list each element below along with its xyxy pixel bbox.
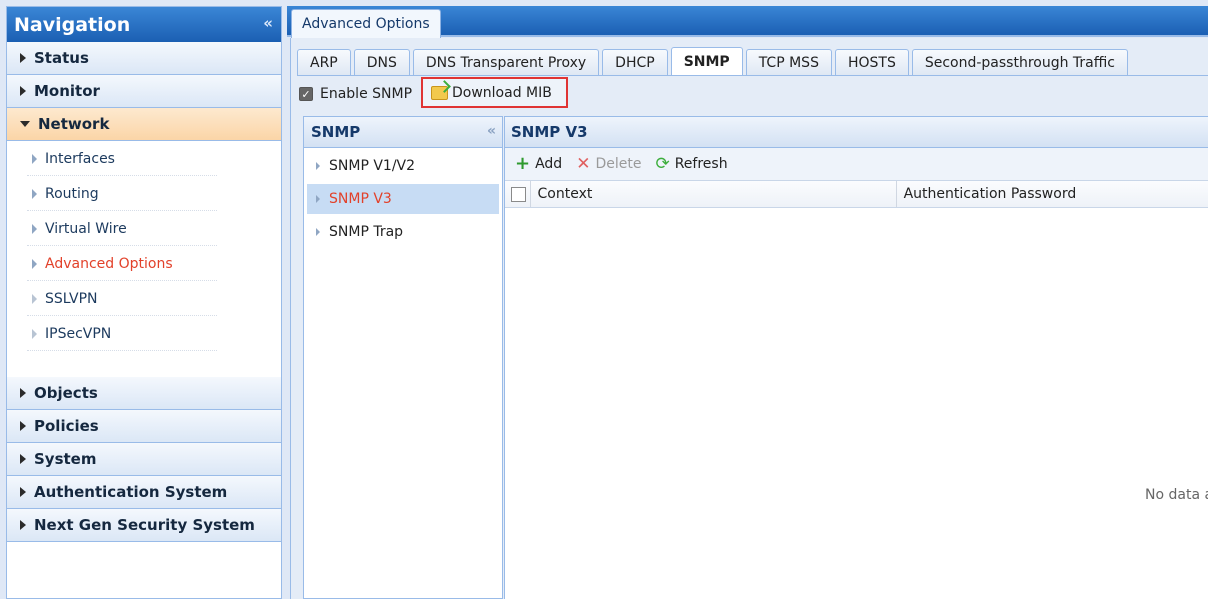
grid-title: SNMP V3 bbox=[505, 117, 1208, 148]
nav-section-next-gen-security[interactable]: Next Gen Security System bbox=[7, 509, 281, 542]
expand-arrow-icon bbox=[20, 53, 26, 63]
refresh-button[interactable]: ⟳ Refresh bbox=[655, 153, 728, 174]
nav-item-virtual-wire[interactable]: Virtual Wire bbox=[7, 211, 281, 246]
nav-section-policies[interactable]: Policies bbox=[7, 410, 281, 443]
download-mib-button[interactable]: Download MIB bbox=[421, 77, 568, 108]
nav-section-label: Status bbox=[34, 49, 89, 67]
empty-grid-message: No data a bbox=[1145, 487, 1208, 503]
nav-item-sslvpn[interactable]: SSLVPN bbox=[7, 281, 281, 316]
nav-section-objects[interactable]: Objects bbox=[7, 377, 281, 410]
chevron-right-icon bbox=[316, 228, 320, 236]
expand-triangle-icon bbox=[32, 293, 37, 304]
collapse-tree-icon[interactable]: « bbox=[487, 123, 496, 139]
snmp-tree-panel: SNMP « SNMP V1/V2 SNMP V3 SNMP Trap bbox=[303, 116, 503, 599]
top-tab-strip: Advanced Options bbox=[287, 6, 1208, 38]
tree-item-label: SNMP V1/V2 bbox=[329, 158, 416, 174]
plus-icon: + bbox=[515, 153, 531, 174]
chevron-right-icon bbox=[32, 223, 37, 234]
tree-item-snmp-trap[interactable]: SNMP Trap bbox=[307, 217, 499, 247]
chevron-right-icon bbox=[32, 153, 37, 164]
nav-section-monitor[interactable]: Monitor bbox=[7, 75, 281, 108]
nav-item-label: Routing bbox=[45, 185, 99, 202]
chevron-right-icon bbox=[32, 258, 37, 269]
nav-section-label: Network bbox=[38, 115, 110, 133]
nav-section-label: Next Gen Security System bbox=[34, 516, 255, 534]
nav-item-label: SSLVPN bbox=[45, 290, 98, 307]
nav-section-system[interactable]: System bbox=[7, 443, 281, 476]
chevron-right-icon bbox=[316, 195, 320, 203]
tab-arp[interactable]: ARP bbox=[297, 49, 351, 75]
tree-item-snmp-v3[interactable]: SNMP V3 bbox=[307, 184, 499, 214]
tab-dns[interactable]: DNS bbox=[353, 49, 410, 75]
delete-button[interactable]: ✕ Delete bbox=[576, 153, 642, 174]
tab-advanced-options[interactable]: Advanced Options bbox=[291, 9, 441, 38]
nav-item-advanced-options[interactable]: Advanced Options bbox=[7, 246, 281, 281]
collapse-nav-icon[interactable]: « bbox=[263, 14, 273, 32]
delete-label: Delete bbox=[595, 156, 642, 172]
nav-section-network[interactable]: Network bbox=[7, 108, 281, 141]
enable-snmp-label: Enable SNMP bbox=[320, 86, 413, 102]
navigation-header: Navigation « bbox=[7, 7, 281, 42]
tab-tcp-mss[interactable]: TCP MSS bbox=[745, 49, 832, 75]
add-button[interactable]: + Add bbox=[515, 155, 562, 173]
select-all-cell bbox=[505, 181, 531, 207]
delete-x-icon: ✕ bbox=[576, 153, 591, 174]
expand-triangle-icon bbox=[32, 328, 37, 339]
nav-section-label: Policies bbox=[34, 417, 99, 435]
content-panel: ARP DNS DNS Transparent Proxy DHCP SNMP … bbox=[290, 38, 1208, 599]
expand-arrow-icon bbox=[20, 86, 26, 96]
expand-arrow-icon bbox=[20, 421, 26, 431]
grid-toolbar: + Add ✕ Delete ⟳ Refresh bbox=[505, 148, 1208, 181]
column-header-authentication-password[interactable]: Authentication Password bbox=[897, 181, 1208, 207]
collapse-arrow-icon bbox=[20, 121, 30, 127]
tree-item-snmp-v1-v2[interactable]: SNMP V1/V2 bbox=[307, 151, 499, 181]
nav-section-label: Monitor bbox=[34, 82, 100, 100]
app-root: Navigation « Status Monitor Network Inte… bbox=[0, 0, 1208, 599]
snmp-tree-title: SNMP bbox=[311, 123, 361, 141]
expand-arrow-icon bbox=[20, 487, 26, 497]
refresh-label: Refresh bbox=[674, 156, 728, 172]
nav-item-label: Interfaces bbox=[45, 150, 115, 167]
nav-section-label: Objects bbox=[34, 384, 98, 402]
nav-section-authentication-system[interactable]: Authentication System bbox=[7, 476, 281, 509]
enable-snmp-checkbox[interactable]: ✓ bbox=[299, 87, 313, 101]
nav-section-status[interactable]: Status bbox=[7, 42, 281, 75]
nav-item-interfaces[interactable]: Interfaces bbox=[7, 141, 281, 176]
folder-export-icon bbox=[431, 85, 448, 100]
add-label: Add bbox=[535, 156, 563, 172]
snmp-v3-grid-panel: SNMP V3 + Add ✕ Delete ⟳ Refresh Context… bbox=[504, 116, 1208, 599]
sub-tab-bar: ARP DNS DNS Transparent Proxy DHCP SNMP … bbox=[297, 47, 1128, 75]
tab-snmp[interactable]: SNMP bbox=[670, 47, 743, 75]
nav-section-label: System bbox=[34, 450, 97, 468]
nav-item-routing[interactable]: Routing bbox=[7, 176, 281, 211]
nav-section-label: Authentication System bbox=[34, 483, 228, 501]
chevron-right-icon bbox=[32, 188, 37, 199]
expand-arrow-icon bbox=[20, 388, 26, 398]
grid-column-header: Context Authentication Password bbox=[505, 181, 1208, 208]
tab-second-passthrough-traffic[interactable]: Second-passthrough Traffic bbox=[911, 49, 1128, 75]
select-all-checkbox[interactable] bbox=[511, 186, 526, 202]
navigation-title: Navigation bbox=[14, 13, 131, 36]
nav-item-label: IPSecVPN bbox=[45, 325, 112, 342]
tree-item-label: SNMP V3 bbox=[329, 191, 392, 207]
snmp-tree-header: SNMP « bbox=[304, 117, 502, 148]
expand-arrow-icon bbox=[20, 454, 26, 464]
download-mib-label: Download MIB bbox=[452, 84, 552, 101]
column-header-context[interactable]: Context bbox=[531, 181, 897, 207]
nav-item-ipsecvpn[interactable]: IPSecVPN bbox=[7, 316, 281, 351]
tab-dhcp[interactable]: DHCP bbox=[602, 49, 668, 75]
refresh-icon: ⟳ bbox=[655, 153, 670, 174]
nav-item-label: Virtual Wire bbox=[45, 220, 127, 237]
snmp-toolbar: ✓ Enable SNMP bbox=[299, 80, 412, 108]
chevron-right-icon bbox=[316, 162, 320, 170]
expand-arrow-icon bbox=[20, 520, 26, 530]
nav-item-label: Advanced Options bbox=[45, 255, 173, 272]
tree-item-label: SNMP Trap bbox=[329, 224, 404, 240]
navigation-panel: Navigation « Status Monitor Network Inte… bbox=[6, 6, 282, 599]
tab-hosts[interactable]: HOSTS bbox=[834, 49, 909, 75]
tab-divider bbox=[297, 75, 1208, 76]
tab-dns-transparent-proxy[interactable]: DNS Transparent Proxy bbox=[412, 49, 600, 75]
